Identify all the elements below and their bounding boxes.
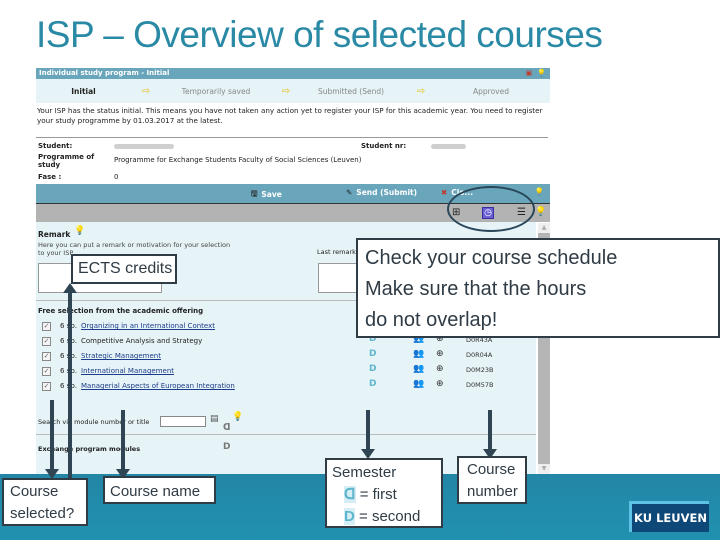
student-nr-value-blurred — [431, 143, 466, 151]
programme-value: Programme for Exchange Students Faculty … — [114, 156, 362, 164]
course-name-link[interactable]: Managerial Aspects of European Integrati… — [81, 382, 235, 390]
callout-semester-second: = second — [359, 508, 421, 525]
teachers-icon[interactable]: 👥 — [413, 364, 424, 374]
callout-course-selected: Course selected? — [2, 478, 88, 526]
teachers-icon[interactable]: 👥 — [413, 379, 424, 389]
course-name-link[interactable]: International Management — [81, 367, 174, 375]
course-checkbox[interactable]: ✓ — [42, 366, 51, 376]
arrow-ects — [63, 283, 77, 478]
search-input[interactable] — [160, 416, 206, 427]
course-checkbox[interactable]: ✓ — [42, 381, 51, 391]
arrow-course-name — [116, 410, 130, 479]
callout-schedule-line2: Make sure that the hours — [365, 278, 587, 300]
student-nr-label: Student nr: — [361, 142, 407, 150]
add-module-icon[interactable]: ⊕ — [436, 379, 444, 389]
student-value-blurred — [114, 143, 174, 151]
callout-ects: ECTS credits — [71, 254, 177, 284]
semester-first-icon: ᗡ — [223, 423, 231, 433]
isp-header-bar: Individual study program - Initial ▣ 💡 — [36, 68, 550, 79]
step-temporarily-saved: Temporarily saved — [181, 86, 251, 96]
programme-label: Programme of study — [38, 153, 95, 169]
help-bulb-icon[interactable]: 💡 — [74, 226, 85, 236]
course-checkbox[interactable]: ✓ — [42, 351, 51, 361]
callout-schedule-line1: Check your course schedule — [365, 247, 618, 269]
scroll-up-icon[interactable]: ▲ — [538, 223, 550, 233]
add-module-icon[interactable]: ⊕ — [436, 364, 444, 374]
course-number: D0M23B — [466, 366, 494, 374]
semester-second-icon: D — [223, 442, 231, 452]
isp-header-title: Individual study program - Initial — [39, 69, 170, 77]
save-button[interactable]: 🖫 Save — [251, 188, 282, 201]
course-checkbox[interactable]: ✓ — [42, 321, 51, 331]
course-name-link[interactable]: Organizing in an International Context — [81, 322, 215, 330]
course-number: D0M57B — [466, 381, 494, 389]
step-arrow-icon: ⇨ — [141, 85, 151, 97]
ku-leuven-logo: KU LEUVEN — [629, 501, 709, 532]
callout-course-selected-line2: selected? — [10, 505, 75, 522]
help-bulb-icon[interactable]: 💡 — [537, 68, 546, 79]
slide-title: ISP – Overview of selected courses — [36, 14, 603, 55]
callout-ects-text: ECTS credits — [78, 260, 173, 277]
divider — [36, 137, 548, 138]
callout-course-selected-line1: Course — [10, 483, 59, 500]
course-name-link[interactable]: Strategic Management — [81, 352, 161, 360]
step-initial: Initial — [71, 86, 96, 96]
course-name[interactable]: Competitive Analysis and Strategy — [81, 337, 202, 345]
course-row: ✓ 6 sp. Competitive Analysis and Strateg… — [42, 335, 202, 347]
help-bulb-icon[interactable]: 💡 — [232, 412, 243, 422]
arrow-semester — [361, 410, 375, 459]
send-label: Send (Submit) — [356, 188, 418, 197]
student-label: Student: — [38, 142, 73, 150]
help-bulb-icon[interactable]: 💡 — [535, 207, 547, 219]
search-label: Search via module number or title — [38, 418, 150, 426]
arrow-course-number — [483, 410, 497, 459]
semester-second-icon: D — [369, 364, 377, 374]
highlight-ellipse — [447, 186, 535, 232]
status-message: Your ISP has the status initial. This me… — [37, 106, 543, 125]
fase-label: Fase : — [38, 173, 62, 181]
step-arrow-icon: ⇨ — [281, 85, 291, 97]
free-selection-title: Free selection from the academic offerin… — [38, 307, 204, 315]
last-remark-label: Last remark — [317, 248, 356, 256]
divider — [36, 434, 536, 435]
remark-title: Remark — [38, 230, 71, 239]
course-checkbox[interactable]: ✓ — [42, 336, 51, 346]
callout-semester-first: = first — [359, 486, 397, 503]
course-number: D0R04A — [466, 351, 493, 359]
course-row: ✓ 6 sp. International Management — [42, 365, 174, 377]
search-button-icon[interactable]: ▤ — [210, 414, 219, 424]
callout-semester-title: Semester — [332, 464, 397, 481]
status-steps: Initial ⇨ Temporarily saved ⇨ Submitted … — [36, 79, 550, 103]
course-row: ✓ 6 sp. Strategic Management — [42, 350, 161, 362]
callout-schedule: Check your course schedule Make sure tha… — [356, 238, 720, 338]
step-approved: Approved — [473, 86, 509, 96]
callout-course-number: Course number — [457, 456, 527, 504]
callout-course-name: Course name — [103, 476, 216, 504]
semester-second-icon: D — [369, 379, 377, 389]
semester-first-icon: ᗡ — [344, 486, 356, 503]
callout-semester: Semester ᗡ = first D = second — [325, 458, 443, 528]
callout-course-name-text: Course name — [110, 483, 201, 500]
teachers-icon[interactable]: 👥 — [413, 349, 424, 359]
callout-schedule-line3: do not overlap! — [365, 309, 498, 331]
semester-second-icon: D — [344, 508, 355, 525]
send-icon: ✎ — [346, 188, 353, 197]
fase-value: 0 — [114, 173, 119, 181]
add-module-icon[interactable]: ⊕ — [436, 349, 444, 359]
arrow-course-selected — [45, 400, 59, 479]
scroll-down-icon[interactable]: ▼ — [538, 464, 550, 474]
semester-second-icon: D — [369, 349, 377, 359]
close-icon: ✖ — [441, 188, 448, 197]
step-submitted: Submitted (Send) — [317, 86, 385, 96]
help-bulb-icon[interactable]: 💡 — [535, 187, 544, 196]
callout-course-number-line2: number — [467, 483, 518, 500]
send-submit-button[interactable]: ✎ Send (Submit) — [346, 188, 417, 197]
callout-course-number-line1: Course — [467, 461, 516, 478]
print-icon[interactable]: ▣ — [526, 68, 533, 79]
save-label: Save — [261, 190, 282, 199]
step-arrow-icon: ⇨ — [416, 85, 426, 97]
save-icon: 🖫 — [251, 189, 258, 198]
